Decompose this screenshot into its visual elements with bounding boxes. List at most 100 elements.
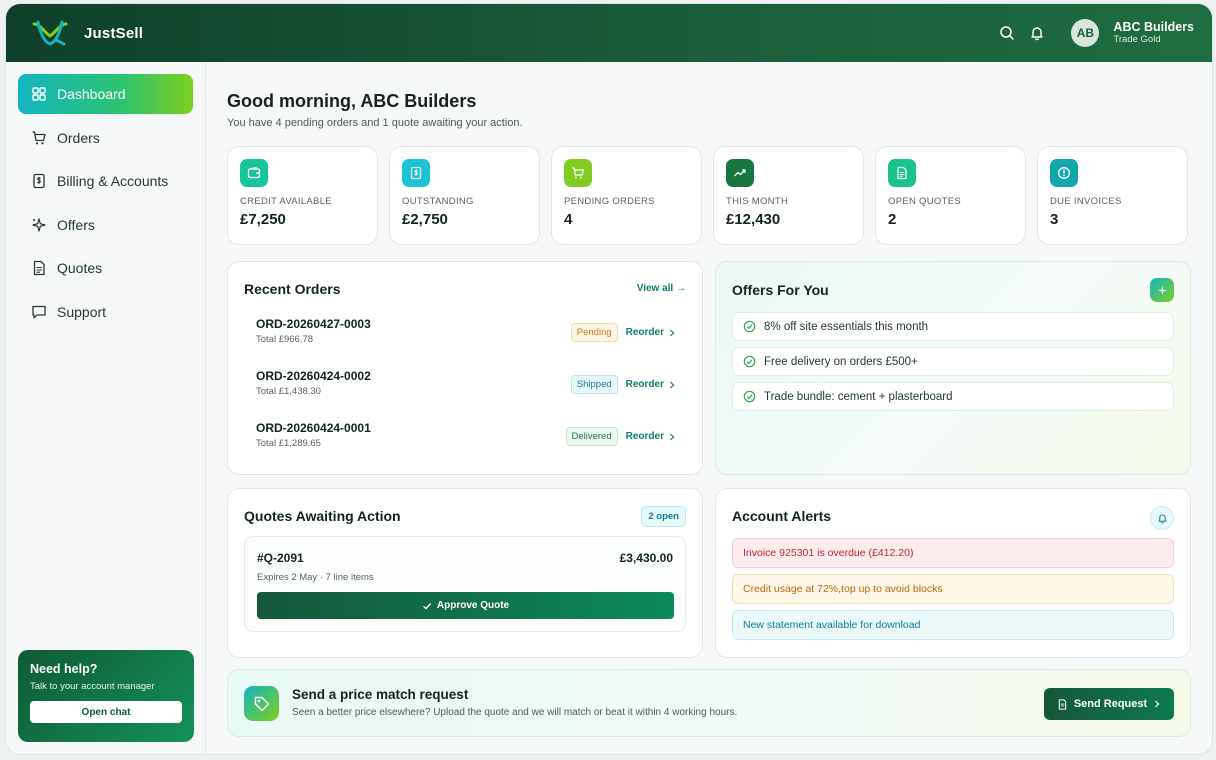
stat-value: 4 (564, 211, 573, 228)
cart-icon (32, 130, 46, 144)
status-badge: Pending (570, 323, 618, 342)
quote-item: #Q-2091 £3,430.00 Expires 2 May · 7 line… (244, 536, 686, 632)
send-request-label: Send Request (1073, 698, 1148, 710)
sidebar: Dashboard Orders Billing & Accounts Offe… (6, 62, 206, 754)
chevron-right-icon (670, 433, 675, 440)
stat-label: DUE INVOICES (1050, 196, 1122, 207)
open-chat-button[interactable]: Open chat (30, 701, 182, 723)
sidebar-item-label: Billing & Accounts (57, 173, 169, 189)
avatar[interactable]: AB (1071, 19, 1100, 47)
status-badge: Delivered (565, 427, 618, 446)
reorder-label: Reorder (625, 431, 664, 442)
stat-value: 3 (1050, 211, 1059, 228)
table-row[interactable]: ORD-20260427-0003 Total £966.78 Pending … (256, 317, 676, 357)
stat-card-this-month[interactable]: THIS MONTH £12,430 (713, 146, 864, 245)
stats-row: CREDIT AVAILABLE £7,250 OUTSTANDING £2,7… (227, 146, 1188, 245)
table-row[interactable]: ORD-20260424-0002 Total £1,438.30 Shippe… (256, 369, 676, 409)
stat-card-outstanding[interactable]: OUTSTANDING £2,750 (389, 146, 540, 245)
stat-label: CREDIT AVAILABLE (240, 196, 332, 207)
price-match-subtitle: Seen a better price elsewhere? Upload th… (292, 707, 738, 718)
open-quotes-badge: 2 open (641, 506, 686, 527)
page-subtitle: You have 4 pending orders and 1 quote aw… (227, 117, 523, 129)
check-circle-icon (743, 320, 756, 333)
wallet-icon (240, 159, 268, 187)
alert-item[interactable]: New statement available for download (732, 610, 1174, 640)
sidebar-item-quotes[interactable]: Quotes (18, 248, 193, 288)
reorder-label: Reorder (625, 327, 664, 338)
user-menu[interactable]: ABC Builders Trade Gold (1113, 20, 1194, 45)
search-icon[interactable] (999, 25, 1015, 41)
table-row[interactable]: ORD-20260424-0001 Total £1,289.65 Delive… (256, 421, 676, 461)
chevron-right-icon (670, 381, 675, 388)
sidebar-item-label: Quotes (57, 260, 103, 276)
bell-icon[interactable] (1150, 506, 1174, 530)
price-match-banner: Send a price match request Seen a better… (227, 669, 1191, 737)
alert-item[interactable]: Invoice 925301 is overdue (£412.20) (732, 538, 1174, 568)
reorder-button[interactable]: Reorder (626, 327, 676, 338)
alert-circle-icon (1050, 159, 1078, 187)
sidebar-item-dashboard[interactable]: Dashboard (18, 74, 193, 114)
list-item[interactable]: 8% off site essentials this month (732, 312, 1174, 341)
quote-id: #Q-2091 (257, 551, 304, 565)
reorder-label: Reorder (625, 379, 664, 390)
stat-label: OUTSTANDING (402, 196, 474, 207)
list-item[interactable]: Free delivery on orders £500+ (732, 347, 1174, 376)
trend-up-icon (726, 159, 754, 187)
user-tier: Trade Gold (1113, 33, 1161, 45)
chevron-right-icon (670, 329, 675, 336)
sparkles-icon (32, 217, 46, 232)
user-name: ABC Builders (1113, 20, 1194, 35)
price-match-title: Send a price match request (292, 687, 469, 702)
bell-icon[interactable] (1029, 25, 1045, 41)
document-icon (33, 260, 45, 276)
document-icon (1058, 698, 1067, 710)
list-item[interactable]: Trade bundle: cement + plasterboard (732, 382, 1174, 411)
chevron-right-icon (1155, 700, 1160, 708)
app-frame: JustSell AB ABC Builders Trade Gold Dash… (6, 4, 1212, 754)
quote-amount: £3,430.00 (619, 551, 673, 565)
chat-icon (32, 305, 46, 318)
sparkles-icon (1150, 278, 1174, 302)
stat-card-due-invoices[interactable]: DUE INVOICES 3 (1037, 146, 1188, 245)
logo-icon (32, 20, 68, 46)
help-subtitle: Talk to your account manager (30, 681, 155, 692)
sidebar-item-billing[interactable]: Billing & Accounts (18, 161, 193, 201)
sidebar-item-support[interactable]: Support (18, 292, 193, 332)
stat-label: THIS MONTH (726, 196, 789, 207)
quotes-card: Quotes Awaiting Action 2 open #Q-2091 £3… (227, 488, 703, 658)
help-title: Need help? (30, 662, 98, 676)
app-name: JustSell (84, 24, 144, 42)
offer-text: 8% off site essentials this month (764, 320, 929, 333)
page-title: Good morning, ABC Builders (227, 91, 477, 111)
sidebar-item-orders[interactable]: Orders (18, 118, 193, 158)
sidebar-item-label: Orders (57, 129, 100, 146)
approve-quote-button[interactable]: Approve Quote (257, 592, 674, 619)
stat-value: £7,250 (240, 211, 286, 228)
sidebar-item-offers[interactable]: Offers (18, 205, 193, 245)
check-icon (422, 602, 432, 610)
reorder-button[interactable]: Reorder (626, 379, 676, 390)
top-bar: JustSell AB ABC Builders Trade Gold (6, 4, 1212, 62)
reorder-button[interactable]: Reorder (626, 431, 676, 442)
help-card: Need help? Talk to your account manager … (18, 650, 194, 742)
brand[interactable]: JustSell (30, 18, 143, 48)
stat-card-open-quotes[interactable]: OPEN QUOTES 2 (875, 146, 1026, 245)
stat-label: PENDING ORDERS (564, 196, 655, 207)
recent-orders-title: Recent Orders (244, 281, 341, 297)
send-request-button[interactable]: Send Request (1044, 688, 1174, 720)
tag-icon (244, 686, 279, 721)
stat-value: 2 (888, 211, 897, 228)
stat-value: £2,750 (402, 211, 448, 228)
recent-orders-card: Recent Orders View all → ORD-20260427-00… (227, 261, 703, 475)
dashboard-grid-icon (32, 87, 46, 101)
quote-meta: Expires 2 May · 7 line items (257, 572, 374, 583)
stat-card-credit-available[interactable]: CREDIT AVAILABLE £7,250 (227, 146, 378, 245)
quotes-title: Quotes Awaiting Action (244, 508, 401, 524)
view-all-link[interactable]: View all → (637, 283, 686, 294)
document-icon (888, 159, 916, 187)
stat-value: £12,430 (726, 211, 781, 228)
stat-card-pending-orders[interactable]: PENDING ORDERS 4 (551, 146, 702, 245)
sidebar-item-label: Offers (57, 216, 95, 233)
check-circle-icon (743, 390, 756, 403)
alert-item[interactable]: Credit usage at 72%,top up to avoid bloc… (732, 574, 1174, 604)
